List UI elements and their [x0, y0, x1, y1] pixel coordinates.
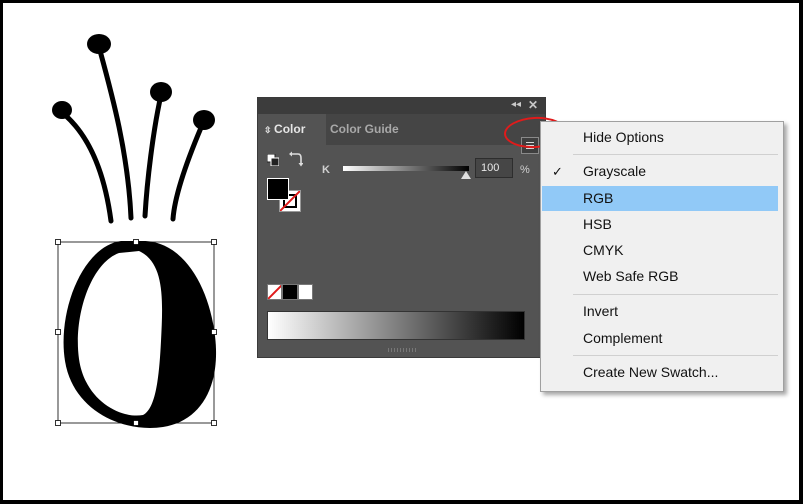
bud-2	[87, 34, 111, 54]
vase-flower-artwork[interactable]	[43, 31, 233, 431]
menu-separator	[573, 355, 778, 356]
color-panel: ◂◂ ✕ ⇳ Color Color Guide K %	[257, 97, 546, 358]
k-value-input[interactable]	[475, 158, 513, 178]
menu-separator	[573, 154, 778, 155]
menu-item-invert[interactable]: Invert	[542, 299, 778, 324]
stem-4	[170, 120, 206, 222]
menu-item-grayscale[interactable]: ✓ Grayscale	[542, 159, 778, 184]
swap-fill-stroke-icon[interactable]	[289, 151, 303, 167]
menu-item-complement[interactable]: Complement	[542, 326, 778, 351]
menu-separator	[573, 294, 778, 295]
default-fill-stroke-icon[interactable]	[267, 154, 279, 166]
tab-color[interactable]: ⇳ Color	[258, 114, 326, 145]
close-icon[interactable]: ✕	[528, 98, 538, 112]
fill-swatch[interactable]	[267, 178, 289, 200]
resize-grip-icon[interactable]	[388, 348, 416, 352]
none-swatch[interactable]	[267, 284, 283, 300]
color-spectrum-ramp[interactable]	[267, 311, 525, 340]
stem-1	[62, 112, 114, 224]
none-slash-icon	[268, 285, 282, 299]
k-slider-thumb[interactable]	[461, 171, 471, 179]
percent-unit: %	[520, 164, 530, 176]
menu-item-web-safe-rgb[interactable]: Web Safe RGB	[542, 264, 778, 289]
quick-swatches	[267, 284, 313, 300]
collapse-icon[interactable]: ◂◂	[511, 99, 521, 110]
tab-updown-icon: ⇳	[264, 125, 275, 135]
menu-item-hide-options[interactable]: Hide Options	[542, 125, 778, 150]
menu-item-create-new-swatch[interactable]: Create New Swatch...	[542, 360, 778, 385]
bud-4	[193, 110, 215, 130]
checkmark-icon: ✓	[552, 164, 563, 179]
menu-item-rgb[interactable]: RGB	[542, 186, 778, 211]
white-swatch[interactable]	[297, 284, 313, 300]
k-slider-track[interactable]	[343, 166, 469, 171]
tab-color-guide[interactable]: Color Guide	[324, 114, 405, 145]
black-swatch[interactable]	[282, 284, 298, 300]
panel-flyout-menu: Hide Options ✓ Grayscale RGB HSB CMYK We…	[540, 121, 784, 392]
k-channel-label: K	[322, 164, 330, 176]
panel-tab-bar: ⇳ Color Color Guide	[258, 114, 545, 154]
bud-3	[150, 82, 172, 102]
stem-3	[142, 92, 164, 219]
menu-item-hsb[interactable]: HSB	[542, 212, 778, 237]
menu-item-cmyk[interactable]: CMYK	[542, 238, 778, 263]
panel-title-bar[interactable]: ◂◂ ✕	[258, 98, 545, 114]
bud-1	[52, 101, 72, 119]
